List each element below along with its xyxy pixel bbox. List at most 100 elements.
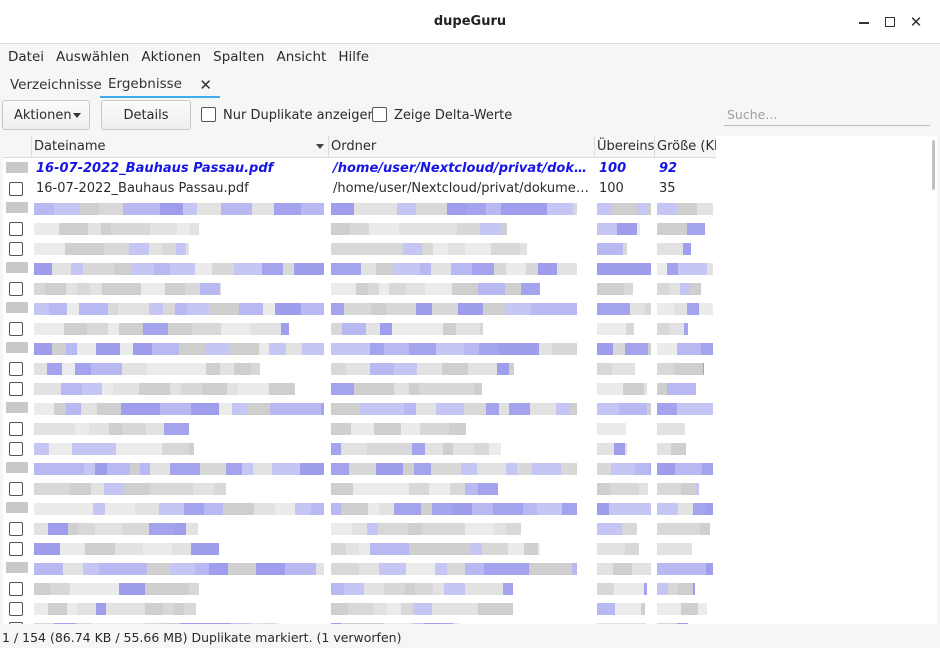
obscured-cell-block	[420, 423, 449, 435]
row-checkbox[interactable]	[9, 602, 23, 616]
search-input[interactable]	[724, 104, 930, 126]
obscured-cell-block	[122, 523, 149, 535]
menu-auswaehlen[interactable]: Auswählen	[50, 44, 135, 70]
column-header-match[interactable]: Übereinst	[595, 136, 655, 158]
only-duplicates-label[interactable]: Nur Duplikate anzeigen	[223, 108, 376, 123]
row-checkbox[interactable]	[9, 522, 23, 536]
vertical-scrollbar[interactable]	[931, 136, 937, 624]
table-row[interactable]	[3, 419, 716, 439]
obscured-cell-block	[448, 243, 465, 255]
obscured-cell-block	[364, 583, 384, 595]
table-row[interactable]	[3, 259, 716, 279]
table-row[interactable]	[3, 559, 716, 579]
menu-hilfe[interactable]: Hilfe	[332, 44, 375, 70]
column-header-folder[interactable]: Ordner	[329, 136, 595, 158]
obscured-cell-block	[379, 503, 394, 515]
row-checkbox[interactable]	[9, 542, 23, 556]
obscured-cell-block	[597, 243, 623, 255]
obscured-cell-block	[453, 443, 474, 455]
table-row[interactable]	[3, 519, 716, 539]
column-header-label: Ordner	[331, 139, 377, 154]
obscured-cell-block	[93, 503, 105, 515]
menu-spalten[interactable]: Spalten	[207, 44, 270, 70]
row-checkbox[interactable]	[9, 282, 23, 296]
maximize-icon[interactable]	[880, 12, 900, 32]
table-row[interactable]: 16-07-2022_Bauhaus Passau.pdf /home/user…	[3, 179, 716, 199]
obscured-cell-block	[433, 583, 444, 595]
column-header-marker[interactable]	[3, 136, 32, 158]
row-checkbox[interactable]	[9, 182, 23, 196]
details-button[interactable]: Details	[101, 100, 191, 130]
obscured-cell-block	[369, 223, 399, 235]
obscured-cell-block	[77, 343, 96, 355]
obscured-cell-block	[190, 223, 199, 235]
obscured-cell-block	[657, 623, 677, 624]
obscured-cell-block	[627, 623, 646, 624]
delta-values-label[interactable]: Zeige Delta-Werte	[394, 108, 512, 123]
obscured-cell-block	[382, 443, 412, 455]
obscured-cell-block	[613, 343, 625, 355]
table-row[interactable]	[3, 339, 716, 359]
tab-verzeichnisse[interactable]: Verzeichnisse	[2, 72, 102, 98]
row-checkbox[interactable]	[9, 422, 23, 436]
obscured-cell-block	[108, 303, 118, 315]
obscured-cell-block	[174, 483, 193, 495]
row-checkbox[interactable]	[9, 322, 23, 336]
row-checkbox[interactable]	[9, 482, 23, 496]
table-row[interactable]	[3, 219, 716, 239]
table-row[interactable]	[3, 439, 716, 459]
close-tab-icon[interactable]: ✕	[199, 72, 212, 98]
obscured-cell-block	[106, 603, 122, 615]
row-checkbox[interactable]	[9, 582, 23, 596]
table-row[interactable]	[3, 199, 716, 219]
obscured-cell-block	[384, 343, 409, 355]
menu-datei[interactable]: Datei	[2, 44, 50, 70]
row-checkbox[interactable]	[9, 382, 23, 396]
column-header-size[interactable]: Größe (KB	[655, 136, 716, 158]
table-row[interactable]	[3, 499, 716, 519]
row-checkbox[interactable]	[9, 242, 23, 256]
close-window-icon[interactable]: ✕	[906, 12, 926, 32]
obscured-cell-block	[371, 303, 386, 315]
obscured-cell-block	[139, 383, 170, 395]
obscured-cell-block	[406, 283, 425, 295]
actions-dropdown-button[interactable]: Aktionen	[2, 100, 90, 130]
delta-values-checkbox[interactable]	[372, 107, 387, 122]
table-row[interactable]	[3, 579, 716, 599]
table-row[interactable]	[3, 619, 716, 624]
table-row[interactable]	[3, 239, 716, 259]
table-row[interactable]	[3, 299, 716, 319]
obscured-cell-block	[301, 203, 312, 215]
column-header-filename[interactable]: Dateiname	[32, 136, 329, 158]
table-row[interactable]	[3, 459, 716, 479]
row-checkbox[interactable]	[9, 362, 23, 376]
table-row[interactable]	[3, 539, 716, 559]
row-checkbox[interactable]	[9, 222, 23, 236]
tab-ergebnisse[interactable]: Ergebnisse ✕	[100, 72, 220, 98]
obscured-cell-block	[657, 603, 681, 615]
table-row[interactable]	[3, 319, 716, 339]
table-row[interactable]	[3, 479, 716, 499]
obscured-cell-block	[87, 323, 108, 335]
table-row[interactable]	[3, 359, 716, 379]
minimize-icon[interactable]	[854, 12, 874, 32]
table-row[interactable]	[3, 599, 716, 619]
menu-ansicht[interactable]: Ansicht	[270, 44, 332, 70]
table-row[interactable]	[3, 279, 716, 299]
menu-aktionen[interactable]: Aktionen	[135, 44, 207, 70]
obscured-cell-block	[447, 203, 467, 215]
row-checkbox[interactable]	[9, 622, 23, 624]
only-duplicates-checkbox[interactable]	[201, 107, 216, 122]
reference-marker	[6, 262, 28, 273]
obscured-cell-block	[301, 303, 324, 315]
scrollbar-thumb[interactable]	[932, 140, 935, 190]
obscured-cell-block	[343, 343, 370, 355]
column-header-label: Dateiname	[34, 139, 106, 154]
obscured-cell-block	[97, 403, 121, 415]
table-row[interactable]	[3, 399, 716, 419]
table-row[interactable]	[3, 379, 716, 399]
obscured-cell-block	[96, 603, 106, 615]
table-row[interactable]: 16-07-2022_Bauhaus Passau.pdf /home/user…	[3, 159, 716, 179]
row-checkbox[interactable]	[9, 442, 23, 456]
obscured-cell-block	[683, 243, 691, 255]
